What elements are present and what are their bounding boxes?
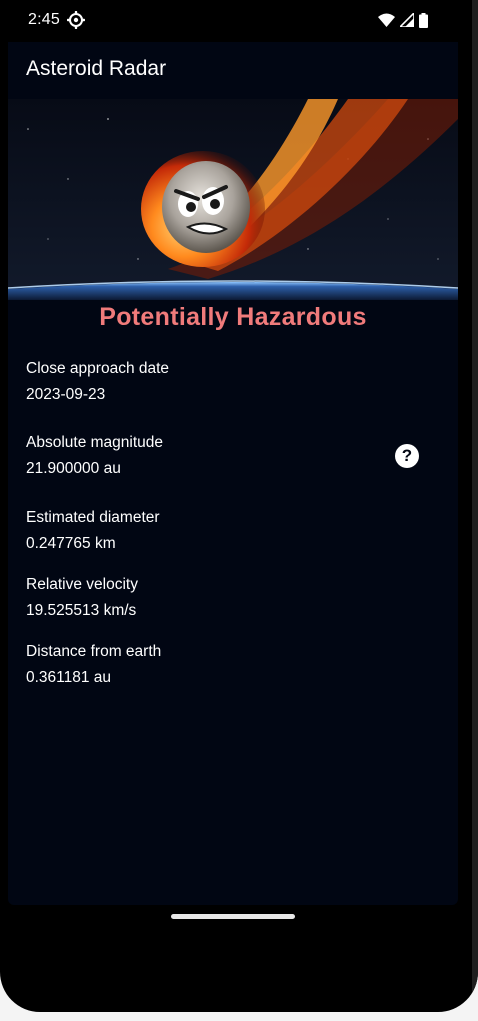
close-approach-date-section: Close approach date 2023-09-23 xyxy=(26,359,169,405)
relative-velocity-section: Relative velocity 19.525513 km/s xyxy=(26,575,138,621)
hazard-status-label: Potentially Hazardous xyxy=(99,303,367,331)
app-title: Asteroid Radar xyxy=(26,57,167,80)
detail-label: Absolute magnitude xyxy=(26,434,164,451)
detail-label: Relative velocity xyxy=(26,576,138,593)
detail-value: 0.361181 au xyxy=(26,669,112,686)
status-bar: 2:45 xyxy=(8,0,458,42)
hazard-banner-image xyxy=(8,99,458,300)
app-screen: 2:45 Asteroid Radar Potentially Hazardou… xyxy=(8,0,458,905)
gesture-nav-handle[interactable] xyxy=(171,914,295,919)
phone-frame: 2:45 Asteroid Radar Potentially Hazardou… xyxy=(0,0,478,1012)
detail-value: 0.247765 km xyxy=(26,535,116,552)
wifi-icon xyxy=(378,13,395,27)
detail-value: 19.525513 km/s xyxy=(26,602,137,619)
phone-edge xyxy=(472,0,478,1000)
distance-from-earth-section: Distance from earth 0.361181 au xyxy=(26,642,161,688)
detail-value: 2023-09-23 xyxy=(26,386,106,403)
status-icons xyxy=(378,12,428,28)
battery-icon xyxy=(419,12,428,28)
absolute-magnitude-section: Absolute magnitude 21.900000 au xyxy=(26,433,163,479)
app-bar: Asteroid Radar xyxy=(8,42,458,98)
detail-label: Close approach date xyxy=(26,360,170,377)
settings-gear-icon xyxy=(67,11,85,29)
status-time: 2:45 xyxy=(28,11,60,28)
detail-label: Estimated diameter xyxy=(26,509,160,526)
detail-value: 21.900000 au xyxy=(26,460,121,477)
help-circle-icon[interactable]: ? xyxy=(395,444,419,468)
signal-icon xyxy=(400,13,414,27)
estimated-diameter-section: Estimated diameter 0.247765 km xyxy=(26,508,160,554)
detail-label: Distance from earth xyxy=(26,643,162,660)
